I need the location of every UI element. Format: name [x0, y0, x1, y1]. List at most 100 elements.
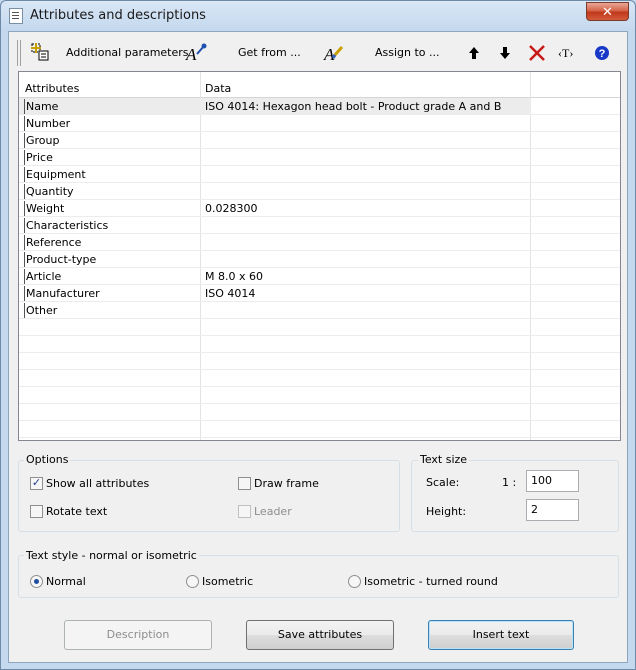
arrow-up-icon[interactable] — [463, 42, 485, 64]
data-cell[interactable]: M 8.0 x 60 — [205, 270, 263, 283]
svg-text:A: A — [323, 45, 335, 64]
row-marker — [24, 218, 25, 233]
insert-text-button[interactable]: Insert text — [428, 620, 574, 650]
table-row[interactable] — [19, 319, 620, 336]
dialog-client: Additional parameters A Get from ... A A… — [8, 31, 628, 663]
save-attributes-button[interactable]: Save attributes — [246, 620, 394, 650]
table-row[interactable] — [19, 353, 620, 370]
row-marker — [24, 150, 25, 165]
data-cell[interactable]: ISO 4014: Hexagon head bolt - Product gr… — [205, 100, 501, 113]
attribute-cell[interactable]: Price — [26, 151, 53, 164]
normal-radio[interactable] — [30, 575, 43, 588]
table-row[interactable] — [19, 336, 620, 353]
scale-input[interactable]: 100 — [526, 470, 579, 492]
attribute-cell[interactable]: Manufacturer — [26, 287, 100, 300]
table-row[interactable]: Manufacturer ISO 4014 — [19, 285, 620, 302]
isometric-turned-label[interactable]: Isometric - turned round — [364, 575, 498, 588]
scale-prefix: 1 : — [502, 476, 517, 489]
table-row[interactable]: Reference — [19, 234, 620, 251]
attribute-cell[interactable]: Weight — [26, 202, 64, 215]
table-row[interactable] — [19, 404, 620, 421]
attribute-cell[interactable]: Product-type — [26, 253, 96, 266]
leader-label: Leader — [254, 505, 292, 518]
isometric-turned-radio[interactable] — [348, 575, 361, 588]
attribute-cell[interactable]: Group — [26, 134, 60, 147]
window-title: Attributes and descriptions — [30, 8, 206, 23]
arrow-down-icon[interactable] — [494, 42, 516, 64]
options-group — [18, 460, 400, 532]
height-input[interactable]: 2 — [526, 499, 579, 521]
row-marker — [24, 235, 25, 250]
help-icon[interactable]: ? — [591, 42, 613, 64]
table-row[interactable]: Price — [19, 149, 620, 166]
svg-text:‹T›: ‹T› — [558, 46, 573, 60]
attribute-cell[interactable]: Name — [26, 100, 58, 113]
show-all-attributes-label[interactable]: Show all attributes — [46, 477, 149, 490]
attributes-grid[interactable]: Attributes Data Name ISO 4014: Hexagon he… — [18, 71, 621, 441]
table-row[interactable]: Name ISO 4014: Hexagon head bolt - Produc… — [19, 98, 620, 115]
row-marker — [24, 201, 25, 216]
delete-icon[interactable] — [526, 42, 548, 64]
row-marker — [24, 286, 25, 301]
get-from-pipette-icon[interactable]: A — [185, 42, 207, 64]
table-row[interactable]: Number — [19, 115, 620, 132]
row-marker — [24, 184, 25, 199]
table-row[interactable]: Quantity — [19, 183, 620, 200]
isometric-radio[interactable] — [186, 575, 199, 588]
document-icon — [9, 8, 23, 24]
close-button[interactable]: ✕ — [586, 2, 629, 21]
title-bar[interactable]: Attributes and descriptions ✕ — [1, 1, 635, 31]
table-row[interactable]: Other — [19, 302, 620, 319]
text-tag-icon[interactable]: ‹T› — [556, 42, 578, 64]
get-from-button[interactable]: Get from ... — [238, 46, 301, 59]
attribute-cell[interactable]: Number — [26, 117, 70, 130]
row-marker — [24, 133, 25, 148]
text-size-group — [411, 460, 619, 532]
table-row[interactable]: Article M 8.0 x 60 — [19, 268, 620, 285]
column-header-attributes[interactable]: Attributes — [25, 82, 79, 95]
height-label: Height: — [426, 505, 467, 518]
show-all-attributes-checkbox[interactable]: ✓ — [30, 477, 43, 490]
attribute-cell[interactable]: Other — [26, 304, 57, 317]
table-row[interactable]: Weight 0.028300 — [19, 200, 620, 217]
table-row[interactable] — [19, 387, 620, 404]
svg-text:A: A — [185, 45, 197, 64]
row-marker — [24, 303, 25, 318]
dialog-window: Attributes and descriptions ✕ Additional… — [0, 0, 636, 670]
table-row[interactable]: Group — [19, 132, 620, 149]
column-header-data[interactable]: Data — [205, 82, 231, 95]
toolbar-grip[interactable] — [17, 40, 21, 66]
table-row[interactable]: Equipment — [19, 166, 620, 183]
assign-to-button[interactable]: Assign to ... — [375, 46, 440, 59]
attribute-cell[interactable]: Article — [26, 270, 61, 283]
draw-frame-label[interactable]: Draw frame — [254, 477, 319, 490]
isometric-label[interactable]: Isometric — [202, 575, 253, 588]
rotate-text-label[interactable]: Rotate text — [46, 505, 107, 518]
table-row[interactable] — [19, 421, 620, 438]
draw-frame-checkbox[interactable] — [238, 477, 251, 490]
additional-parameters-button[interactable]: Additional parameters — [66, 46, 189, 59]
scale-label: Scale: — [426, 476, 460, 489]
add-parameter-icon[interactable] — [29, 42, 51, 64]
rotate-text-checkbox[interactable] — [30, 505, 43, 518]
attribute-cell[interactable]: Reference — [26, 236, 81, 249]
table-row[interactable]: Product-type — [19, 251, 620, 268]
text-style-group-title: Text style - normal or isometric — [24, 549, 199, 562]
data-cell[interactable]: 0.028300 — [205, 202, 258, 215]
leader-checkbox[interactable] — [238, 505, 251, 518]
row-marker — [24, 99, 25, 114]
row-marker — [24, 269, 25, 284]
attribute-cell[interactable]: Equipment — [26, 168, 86, 181]
normal-label[interactable]: Normal — [46, 575, 86, 588]
row-marker — [24, 116, 25, 131]
svg-text:?: ? — [599, 48, 606, 60]
attribute-cell[interactable]: Characteristics — [26, 219, 108, 232]
data-cell[interactable]: ISO 4014 — [205, 287, 255, 300]
description-button[interactable]: Description — [64, 620, 212, 650]
table-row[interactable]: Characteristics — [19, 217, 620, 234]
assign-to-brush-icon[interactable]: A — [323, 42, 345, 64]
row-marker — [24, 167, 25, 182]
attribute-cell[interactable]: Quantity — [26, 185, 74, 198]
row-marker — [24, 252, 25, 267]
table-row[interactable] — [19, 370, 620, 387]
